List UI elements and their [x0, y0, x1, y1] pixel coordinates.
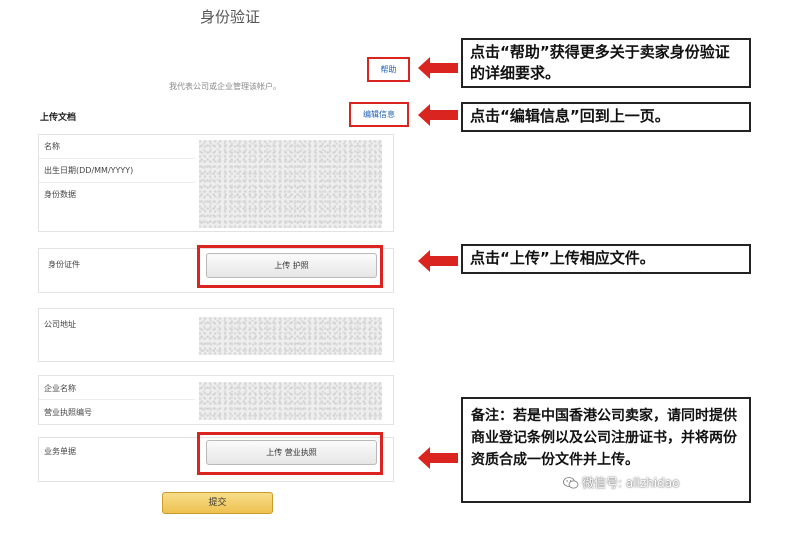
company-address-label: 公司地址: [44, 320, 76, 329]
submit-button[interactable]: 提交: [162, 492, 273, 514]
red-arrow-icon: [418, 447, 458, 469]
id-document-label: 身份证件: [48, 260, 80, 269]
redacted-identity-values: [199, 140, 382, 228]
watermark-text: 微信号: allzhidao: [582, 476, 680, 490]
red-arrow-icon: [418, 57, 458, 79]
edit-callout: 点击“编辑信息”回到上一页。: [461, 102, 751, 132]
wechat-watermark: 微信号: allzhidao: [563, 474, 679, 491]
note-text-emphasis: 以及: [555, 430, 583, 446]
birthdate-label: 出生日期(DD/MM/YYYY): [44, 166, 134, 175]
name-label: 名称: [44, 142, 60, 151]
account-type-text: 我代表公司或企业管理该帐户。: [169, 82, 281, 91]
business-document-label: 业务单据: [44, 447, 76, 456]
red-arrow-icon: [418, 104, 458, 126]
red-arrow-icon: [418, 250, 458, 272]
identity-data-label: 身份数据: [44, 190, 76, 199]
company-address-panel: 公司地址: [38, 308, 394, 362]
page-title: 身份验证: [199, 8, 260, 26]
redacted-address-value: [199, 317, 382, 355]
name-row: [39, 135, 195, 159]
license-number-label: 营业执照编号: [44, 408, 92, 417]
company-name-label: 企业名称: [44, 384, 76, 393]
redacted-company-values: [199, 382, 382, 420]
upload-passport-button[interactable]: 上传 护照: [206, 253, 377, 278]
edit-info-link[interactable]: 编辑信息: [349, 102, 409, 127]
upload-license-button[interactable]: 上传 营业执照: [206, 440, 377, 465]
company-info-panel: 企业名称 营业执照编号: [38, 375, 394, 425]
help-link[interactable]: 帮助: [367, 57, 410, 82]
help-callout: 点击“帮助”获得更多关于卖家身份验证的详细要求。: [461, 38, 751, 88]
upload-callout: 点击“上传”上传相应文件。: [461, 244, 751, 274]
section-title: 上传文档: [40, 113, 77, 123]
identity-info-panel: 名称 出生日期(DD/MM/YYYY) 身份数据: [38, 134, 394, 232]
wechat-icon: [563, 476, 579, 488]
